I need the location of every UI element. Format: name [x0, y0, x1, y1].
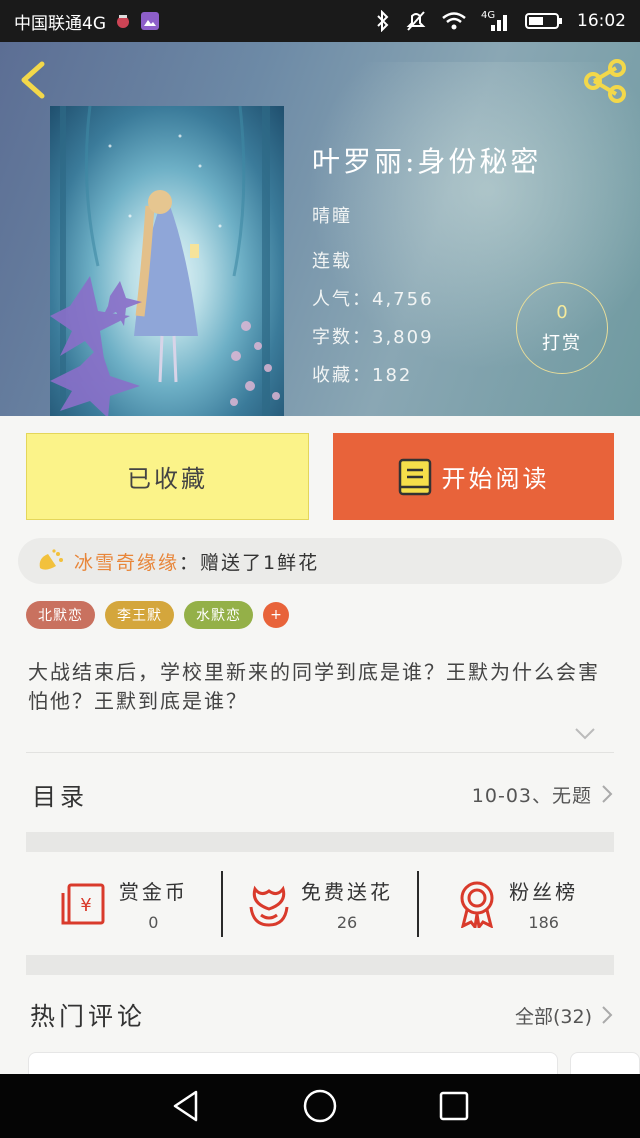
wifi-icon — [441, 11, 467, 31]
stat-value: 26 — [336, 913, 358, 932]
stat-label: 免费送花 — [301, 880, 393, 904]
chevron-down-icon[interactable] — [574, 726, 596, 742]
reward-button[interactable]: 0 打赏 — [516, 282, 608, 374]
reward-count: 0 — [556, 301, 568, 323]
start-reading-label: 开始阅读 — [441, 465, 550, 493]
share-button[interactable] — [580, 58, 630, 104]
table-of-contents-row[interactable]: 目录 10-03、无题 — [26, 768, 614, 820]
collected-label: 已收藏 — [127, 465, 208, 493]
tag-item[interactable]: 李王默 — [105, 601, 174, 629]
mute-icon — [405, 10, 427, 32]
chevron-left-icon — [21, 61, 45, 99]
latest-chapter: 10-03、无题 — [471, 784, 592, 807]
battery-icon — [525, 11, 563, 31]
tag-item[interactable]: 北默恋 — [26, 601, 95, 629]
share-icon — [584, 59, 626, 103]
fan-ranking-button[interactable]: 粉丝榜 186 — [419, 876, 614, 932]
chevron-right-icon — [602, 785, 613, 803]
flower-icon — [249, 885, 289, 927]
stat-value: 0 — [148, 913, 159, 932]
back-button[interactable] — [14, 58, 54, 102]
stats-row: ¥ 赏金币 0 免费送花 26 粉丝榜 186 — [26, 850, 614, 958]
divider — [26, 752, 614, 753]
section-separator — [26, 955, 614, 975]
tag-item[interactable]: 水默恋 — [184, 601, 253, 629]
hot-comments-header: 热门评论 全部(32) — [26, 990, 614, 1040]
book-title: 叶罗丽:身份秘密 — [312, 145, 542, 178]
section-separator — [26, 832, 614, 852]
recent-apps-icon[interactable] — [438, 1090, 470, 1122]
collected-button[interactable]: 已收藏 — [26, 433, 309, 520]
book-description: 大战结束后，学校里新来的同学到底是谁？王默为什么会害怕他？王默到底是谁？ — [28, 660, 600, 713]
tag-list: 北默恋 李王默 水默恋 + — [26, 601, 289, 629]
stat-label: 粉丝榜 — [509, 880, 579, 904]
signal-icon: 4G — [481, 9, 511, 33]
stat-label: 赏金币 — [118, 880, 188, 904]
send-flower-button[interactable]: 免费送花 26 — [223, 876, 418, 932]
status-bar: 中国联通4G 4G 16:02 — [0, 0, 640, 42]
carrier-label: 中国联通4G — [14, 13, 106, 34]
app-notification-icon — [114, 12, 132, 30]
book-status: 连载 — [312, 251, 352, 272]
gift-banner[interactable]: 冰雪奇缘缘 ：赠送了1鲜花 — [18, 538, 622, 584]
gallery-notification-icon — [140, 11, 160, 31]
book-favorites: 收藏：182 — [312, 365, 413, 386]
chevron-right-icon — [602, 1006, 613, 1024]
medal-icon — [460, 881, 494, 928]
start-reading-button[interactable]: 开始阅读 — [333, 433, 614, 520]
book-word-count: 字数：3,809 — [312, 327, 434, 348]
book-header: 叶罗丽:身份秘密 晴瞳 连载 人气：4,756 字数：3,809 收藏：182 … — [0, 42, 640, 416]
stat-value: 186 — [528, 913, 559, 932]
book-cover[interactable] — [50, 106, 284, 416]
cover-illustration — [50, 106, 280, 416]
system-navigation-bar — [0, 1074, 640, 1138]
book-popularity: 人气：4,756 — [312, 289, 434, 310]
money-envelope-icon: ¥ — [61, 883, 105, 925]
all-comments-link[interactable]: 全部(32) — [515, 1002, 614, 1029]
horn-icon — [39, 549, 63, 570]
home-nav-icon[interactable] — [302, 1088, 338, 1124]
back-nav-icon[interactable] — [170, 1089, 202, 1123]
gift-user[interactable]: 冰雪奇缘缘 — [74, 548, 179, 575]
add-tag-button[interactable]: + — [263, 602, 289, 628]
bluetooth-icon — [375, 10, 391, 32]
hot-comments-title: 热门评论 — [30, 1002, 147, 1031]
reward-label: 打赏 — [542, 332, 582, 354]
clock: 16:02 — [577, 11, 626, 31]
toc-label: 目录 — [32, 782, 88, 811]
coin-reward-button[interactable]: ¥ 赏金币 0 — [26, 876, 221, 932]
book-icon — [398, 458, 431, 495]
all-comments-label: 全部(32) — [514, 1005, 592, 1028]
svg-text:¥: ¥ — [80, 895, 91, 916]
book-author[interactable]: 晴瞳 — [312, 202, 352, 228]
gift-message: ：赠送了1鲜花 — [179, 551, 320, 574]
svg-text:4G: 4G — [481, 10, 495, 21]
